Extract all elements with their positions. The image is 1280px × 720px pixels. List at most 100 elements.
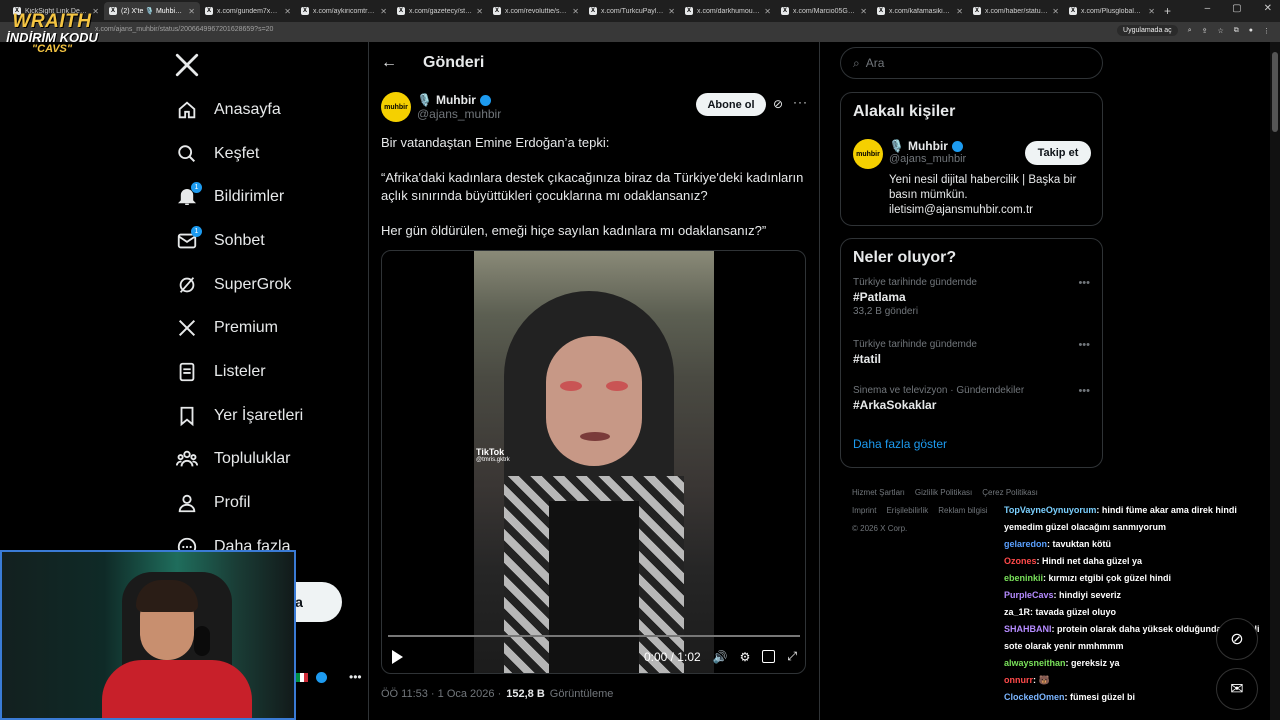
avatar[interactable]: muhbir [853, 139, 883, 169]
tab-close-icon[interactable]: ✕ [668, 7, 675, 16]
show-more-link[interactable]: Daha fazla göster [841, 431, 1102, 457]
avatar[interactable]: muhbir [381, 92, 411, 122]
footer-link[interactable]: Çerez Politikası [982, 488, 1038, 497]
post-author[interactable]: muhbir 🎙️ Muhbir @ajans_muhbir [381, 92, 501, 122]
more-icon[interactable]: ••• [349, 670, 362, 684]
tab-close-icon[interactable]: ✕ [1052, 7, 1059, 16]
address-bar[interactable]: x.com/ajans_muhbir/status/20066499672016… [0, 22, 1280, 42]
subscribe-button[interactable]: Abone ol [696, 93, 766, 116]
trend-item[interactable]: Sinema ve televizyon · Gündemdekiler #Ark… [841, 385, 1102, 431]
sidebar-item-explore[interactable]: Keşfet [176, 132, 303, 176]
related-account[interactable]: muhbir 🎙️ Muhbir @ajans_muhbir [853, 139, 966, 169]
settings-icon[interactable]: ⚙ [740, 650, 751, 664]
tab-favicon-icon: X [781, 7, 789, 15]
card-title: Neler oluyor? [853, 249, 957, 266]
sidebar-item-supergrok[interactable]: SuperGrok [176, 263, 303, 307]
trend-item[interactable]: Türkiye tarihinde gündemde #tatil ••• [841, 339, 1102, 385]
maximize-icon[interactable]: ▢ [1232, 3, 1241, 14]
search-input[interactable]: ⌕ Ara [840, 47, 1103, 79]
grok-floating-button[interactable]: ⊘ [1216, 618, 1258, 660]
fullscreen-icon[interactable]: ⤢ [787, 649, 797, 664]
chat-text: : hindiyi severiz [1053, 590, 1122, 600]
account-switcher[interactable]: ••• [296, 670, 362, 684]
browser-tab[interactable]: Xx.com/gazetecy/status ✕ [392, 2, 488, 20]
browser-tab-strip: XKickSight Link Detector✕X(2) X'te 🎙️ Mu… [0, 0, 1280, 22]
video-progress-bar[interactable] [388, 635, 800, 637]
browser-tab[interactable]: Xx.com/aykiricomtr/status ✕ [296, 2, 392, 20]
zoom-icon[interactable]: ⌕ [1188, 27, 1192, 35]
sidebar-item-bookmarks[interactable]: Yer İşaretleri [176, 394, 303, 438]
trend-more-icon[interactable]: ••• [1078, 339, 1090, 351]
footer-link[interactable]: Reklam bilgisi [938, 506, 987, 515]
tab-close-icon[interactable]: ✕ [380, 7, 387, 16]
browser-tab[interactable]: Xx.com/Plusglobal_tr/st ✕ [1064, 2, 1160, 20]
tab-close-icon[interactable]: ✕ [572, 7, 579, 16]
tab-close-icon[interactable]: ✕ [860, 7, 867, 16]
sidebar-item-lists[interactable]: Listeler [176, 350, 303, 394]
scrollbar-thumb[interactable] [1272, 52, 1278, 132]
sidebar-item-chat[interactable]: 1 Sohbet [176, 219, 303, 263]
profile-icon[interactable]: ● [1249, 27, 1253, 34]
browser-tab[interactable]: Xx.com/Marcio05G/status ✕ [776, 2, 872, 20]
browser-tab[interactable]: Xx.com/kafamasikican ✕ [872, 2, 968, 20]
streamer-shirt [102, 660, 252, 718]
sidebar-item-notifications[interactable]: 1 Bildirimler [176, 175, 303, 219]
browser-tab[interactable]: Xx.com/revoluttie/status ✕ [488, 2, 584, 20]
video-player[interactable]: TikTok @tmris.gktrk 0:00 / 1:02 🔊 ⚙ ⤢ [381, 250, 806, 674]
tab-close-icon[interactable]: ✕ [284, 7, 291, 16]
video-frame[interactable]: TikTok @tmris.gktrk [474, 251, 714, 673]
footer-link[interactable]: Erişilebilirlik [886, 506, 928, 515]
new-tab-icon[interactable]: + [1164, 4, 1171, 18]
more-options-icon[interactable]: ··· [793, 95, 808, 109]
bookmark-star-icon[interactable]: ☆ [1217, 27, 1223, 35]
sidebar-item-profile[interactable]: Profil [176, 481, 303, 525]
trend-item[interactable]: Türkiye tarihinde gündemde #Patlama 33,2 B… [841, 277, 1102, 339]
tab-close-icon[interactable]: ✕ [956, 7, 963, 16]
url-text[interactable]: x.com/ajans_muhbir/status/20066499672016… [95, 26, 273, 33]
trend-tag[interactable]: #Patlama [853, 290, 1090, 304]
open-in-app-button[interactable]: Uygulamada aç [1117, 25, 1178, 36]
pip-icon[interactable] [762, 650, 776, 663]
minimize-icon[interactable]: – [1205, 3, 1211, 14]
author-handle[interactable]: @ajans_muhbir [417, 107, 501, 121]
footer-link[interactable]: Imprint [852, 506, 876, 515]
related-handle[interactable]: @ajans_muhbir [889, 153, 966, 165]
back-arrow-icon[interactable]: ← [381, 54, 397, 72]
browser-tab[interactable]: X (2) X'te 🎙️ Muhbir: "Bir ✕ [104, 2, 200, 20]
trend-tag[interactable]: #ArkaSokaklar [853, 398, 1090, 412]
trend-tag[interactable]: #tatil [853, 352, 1090, 366]
volume-icon[interactable]: 🔊 [713, 650, 728, 664]
related-name[interactable]: Muhbir [908, 139, 948, 153]
browser-tab[interactable]: Xx.com/gundem7x24/status✕ [200, 2, 296, 20]
post-timestamp[interactable]: ÖÖ 11:53 · 1 Oca 2026 · [381, 688, 501, 700]
tab-close-icon[interactable]: ✕ [1148, 7, 1155, 16]
follow-button[interactable]: Takip et [1025, 141, 1091, 165]
footer-link[interactable]: Hizmet Şartları [852, 488, 905, 497]
sidebar-item-premium[interactable]: Premium [176, 306, 303, 350]
author-name[interactable]: Muhbir [436, 93, 476, 107]
sidebar-nav: Anasayfa Keşfet 1 Bildirimler 1 Sohbet SuperGr… [176, 88, 303, 569]
browser-tab[interactable]: Xx.com/darkhumour_5 ✕ [680, 2, 776, 20]
sidebar-item-communities[interactable]: Topluluklar [176, 438, 303, 482]
page-scrollbar[interactable] [1270, 42, 1280, 720]
menu-icon[interactable]: ⋮ [1263, 27, 1270, 35]
sidebar-item-home[interactable]: Anasayfa [176, 88, 303, 132]
footer-link[interactable]: Gizlilik Politikası [915, 488, 972, 497]
messages-floating-button[interactable]: ✉ [1216, 668, 1258, 710]
browser-tab[interactable]: Xx.com/TurkcuPaylasim ✕ [584, 2, 680, 20]
play-icon[interactable] [392, 649, 403, 664]
grok-icon[interactable]: ⊘ [773, 97, 783, 111]
trend-more-icon[interactable]: ••• [1078, 277, 1090, 289]
home-icon [176, 99, 198, 121]
tab-close-icon[interactable]: ✕ [188, 7, 195, 16]
tab-close-icon[interactable]: ✕ [764, 7, 771, 16]
bell-icon: 1 [176, 182, 202, 208]
x-logo-icon[interactable] [174, 52, 200, 78]
trend-more-icon[interactable]: ••• [1078, 385, 1090, 397]
close-window-icon[interactable]: ✕ [1264, 3, 1272, 14]
extensions-icon[interactable]: ⧉ [1234, 27, 1239, 35]
tab-close-icon[interactable]: ✕ [476, 7, 483, 16]
share-icon[interactable]: ⇪ [1202, 27, 1208, 35]
tab-title: x.com/revoluttie/status [505, 7, 569, 15]
browser-tab[interactable]: Xx.com/haber/status/20 ✕ [968, 2, 1064, 20]
